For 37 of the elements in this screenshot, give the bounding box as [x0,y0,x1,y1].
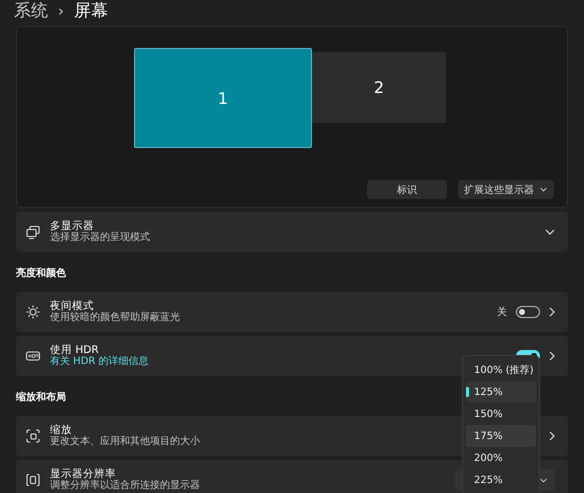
toggle-state-label: 关 [497,306,507,319]
identify-button[interactable]: 标识 [367,180,447,199]
chevron-down-icon [545,229,555,235]
setting-description: 使用较暗的颜色帮助屏蔽蓝光 [50,312,180,324]
chevron-right-icon[interactable] [549,351,555,361]
settings-card[interactable]: 多显示器 选择显示器的呈现模式 [16,212,568,252]
settings-card[interactable]: 夜间模式 使用较暗的颜色帮助屏蔽蓝光 关 [16,292,568,332]
chevron-right-icon[interactable] [549,431,555,441]
resolution-icon [26,473,40,487]
breadcrumb-link[interactable]: 系统 [14,0,48,22]
setting-description: 选择显示器的呈现模式 [50,232,150,244]
setting-title: 夜间模式 [50,300,94,312]
mode-dropdown[interactable]: 扩展这些显示器 [458,180,554,199]
monitor-tile[interactable]: 1 [134,48,312,148]
setting-description: 更改文本、应用和其他项目的大小 [50,436,200,448]
sun-icon [26,305,40,319]
section-header: 缩放和布局 [16,390,66,404]
setting-title: 显示器分辨率 [50,468,116,480]
chevron-down-icon [540,187,547,192]
scale-option[interactable]: 175% [466,425,536,447]
toggle-switch[interactable] [516,306,540,318]
monitor-tile[interactable]: 2 [312,52,446,123]
section-header: 亮度和颜色 [16,266,66,280]
page-title: 屏幕 [74,0,108,22]
setting-title: 多显示器 [50,220,94,232]
scale-option[interactable]: 225% [466,469,536,491]
scale-option[interactable]: 125% [466,381,536,403]
scale-icon [26,429,40,443]
setting-title: 缩放 [50,424,72,436]
selection-indicator [466,387,469,397]
hdr-info-link[interactable]: 有关 HDR 的详细信息 [50,356,149,368]
chevron-right-icon[interactable] [549,307,555,317]
setting-description: 调整分辨率以适合所连接的显示器 [50,480,200,492]
setting-title: 使用 HDR [50,344,99,356]
hdr-icon [26,349,40,363]
breadcrumb-separator: › [58,1,64,22]
monitors-icon [26,225,40,239]
